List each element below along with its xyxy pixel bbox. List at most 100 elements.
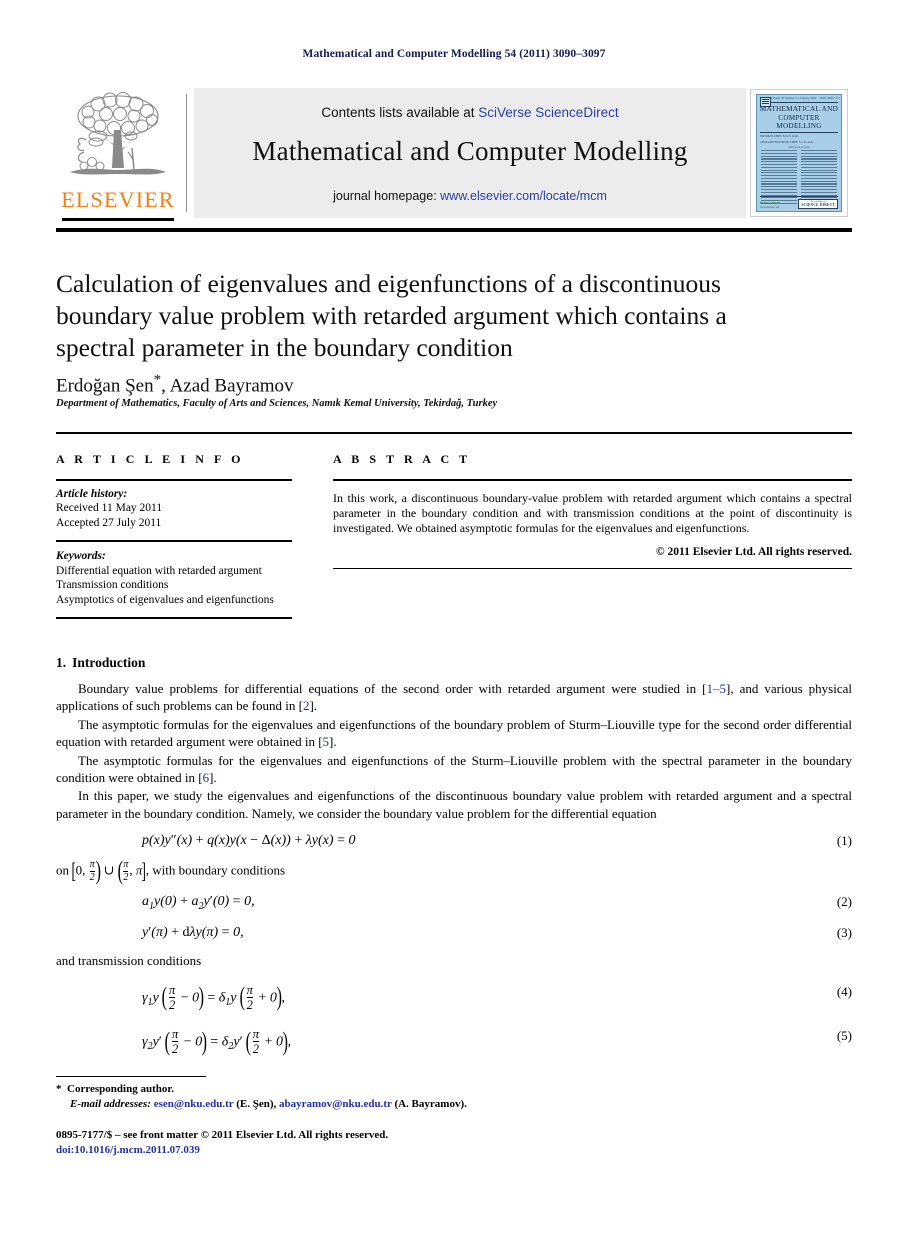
cover-title: MATHEMATICAL AND COMPUTER MODELLING	[759, 105, 839, 130]
equation-5-row: γ2y′ (π 2 − 0) = δ2y′ (π 2 + 0), (5)	[56, 1026, 852, 1057]
equation-2-row: a1y(0) + a2y′(0) = 0, (2)	[56, 894, 852, 914]
introduction-section: 1. Introduction Boundary value problems f…	[56, 655, 852, 1056]
affiliation: Department of Mathematics, Faculty of Ar…	[56, 398, 498, 409]
email-link-2[interactable]: abayramov@nku.edu.tr	[279, 1098, 392, 1110]
info-rule-1	[56, 479, 292, 481]
paren-open-eq5b: (	[245, 1026, 252, 1056]
elsevier-tree-icon	[70, 92, 166, 175]
p1-part-c: ].	[309, 698, 318, 714]
page-title: Calculation of eigenvalues and eigenfunc…	[56, 269, 727, 362]
equation-5-number: (5)	[836, 1027, 852, 1043]
footnote-block: * Corresponding author. E-mail addresses…	[56, 1082, 852, 1112]
info-rule-3	[56, 617, 292, 619]
article-info-heading: A R T I C L E I N F O	[56, 452, 245, 466]
cover-volume: Volume 00 Number 0 1 January 0000	[771, 97, 817, 100]
keyword-item: Differential equation with retarded argu…	[56, 564, 262, 577]
asterisk-marker: *	[56, 1083, 62, 1095]
keywords-label: Keywords:	[56, 549, 106, 562]
cover-board-heading: EDITORIAL BOARD	[788, 146, 810, 150]
email-person-2: (A. Bayramov).	[394, 1098, 467, 1110]
fraction-pi-over-2-eq5: π2	[172, 1026, 179, 1057]
journal-homepage-link[interactable]: www.elsevier.com/locate/mcm	[440, 189, 607, 203]
cover-footer: PERGAMON www.elsevier.com Now available …	[760, 196, 838, 209]
sciencedirect-link[interactable]: SciVerse ScienceDirect	[478, 105, 618, 120]
equation-5: γ2y′ (π 2 − 0) = δ2y′ (π 2 + 0),	[142, 1026, 292, 1057]
logo-rule	[62, 218, 174, 221]
fraction-pi-over-2-eq5b: π2	[252, 1026, 260, 1057]
contents-prefix: Contents lists available at	[321, 105, 479, 120]
p1-part-a: Boundary value problems for differential…	[78, 681, 707, 696]
history-received: Received 11 May 2011	[56, 502, 163, 515]
abstract-text: In this work, a discontinuous boundary-v…	[333, 490, 852, 536]
abstract-rule-bottom	[333, 567, 852, 570]
paragraph-4: In this paper, we study the eigenvalues …	[56, 788, 852, 821]
section-heading-introduction: 1. Introduction	[56, 655, 852, 671]
equation-4-number: (4)	[836, 983, 852, 999]
equation-4-row: γ1y (π 2 − 0) = δ1y (π 2 + 0), (4)	[56, 982, 852, 1012]
email-person-1: (E. Şen),	[236, 1098, 277, 1110]
masthead-divider	[186, 94, 187, 212]
corresponding-author-text: Corresponding author.	[67, 1083, 174, 1095]
cover-art: Volume 00 Number 0 1 January 0000 ISSN 0…	[756, 94, 842, 212]
p3-part-b: ].	[209, 770, 217, 786]
journal-title: Mathematical and Computer Modelling	[252, 136, 688, 166]
corresponding-author-note: * Corresponding author.	[56, 1082, 852, 1097]
equation-3: y′(π) + dλy(π) = 0,	[142, 925, 244, 941]
fraction-pi-over-2-b: π2	[123, 859, 129, 883]
equation-4: γ1y (π 2 − 0) = δ1y (π 2 + 0),	[142, 982, 286, 1012]
cover-access-badge: Now available on SCIENCE DIRECT	[798, 199, 838, 209]
domain-line: on [0, π 2) ∪ (π 2, π], with boundary cond…	[56, 856, 286, 886]
contents-line: Contents lists available at SciVerse Sci…	[194, 88, 746, 120]
footnote-rule	[56, 1076, 206, 1078]
paren-open-eq4: (	[161, 982, 168, 1012]
equation-3-row: y′(π) + dλy(π) = 0, (3)	[56, 925, 852, 945]
title-bottom-rule	[56, 432, 852, 434]
journal-cover-thumbnail[interactable]: Volume 00 Number 0 1 January 0000 ISSN 0…	[750, 89, 848, 217]
paren-close: )	[95, 856, 101, 886]
domain-suffix: , with boundary conditions	[145, 862, 286, 878]
masthead-bottom-rule	[56, 228, 852, 232]
cover-footer-row: PERGAMON www.elsevier.com Now available …	[760, 199, 838, 209]
info-rule-2	[56, 540, 292, 542]
corresponding-author-marker[interactable]: *	[154, 372, 162, 388]
bracket-close: ]	[141, 858, 147, 884]
author-list: Erdoğan Şen*, Azad Bayramov	[56, 372, 294, 397]
homepage-line: journal homepage: www.elsevier.com/locat…	[194, 167, 746, 203]
email-link-1[interactable]: esen@nku.edu.tr	[154, 1098, 234, 1110]
paren-open-2: (	[117, 856, 123, 886]
equation-1-number: (1)	[836, 833, 852, 849]
p2-part-a: The asymptotic formulas for the eigenval…	[56, 716, 852, 750]
abstract-copyright: © 2011 Elsevier Ltd. All rights reserved…	[656, 545, 852, 558]
equation-2-number: (2)	[836, 894, 852, 910]
cover-publisher: PERGAMON www.elsevier.com	[760, 201, 780, 209]
email-note: E-mail addresses: esen@nku.edu.tr (E. Şe…	[56, 1097, 852, 1112]
domain-prefix: on	[56, 862, 69, 878]
bracket-open: [	[71, 858, 77, 884]
keyword-item: Asymptotics of eigenvalues and eigenfunc…	[56, 593, 274, 606]
paragraph-3: The asymptotic formulas for the eigenval…	[56, 752, 852, 787]
fraction-pi-over-2: π2	[89, 859, 95, 883]
cover-publisher-icon	[760, 97, 771, 107]
abstract-column: A B S T R A C T In this work, a disconti…	[333, 452, 852, 570]
cover-publisher-url: www.elsevier.com	[760, 205, 780, 209]
paren-close-eq4b: )	[276, 982, 282, 1012]
cover-editor-line-1: EDITOR-IN-CHIEF: Ervin Y. Rodin	[760, 134, 799, 138]
article-history: Article history: Received 11 May 2011 Ac…	[56, 487, 292, 531]
cover-rule-top	[760, 101, 838, 103]
transmission-label: and transmission conditions	[56, 953, 202, 969]
elsevier-wordmark: ELSEVIER	[61, 187, 175, 212]
cover-rule-mid	[760, 132, 838, 133]
history-label: Article history:	[56, 487, 128, 500]
running-head: Mathematical and Computer Modelling 54 (…	[302, 48, 606, 60]
article-page: Mathematical and Computer Modelling 54 (…	[0, 0, 907, 1238]
colophon-block: 0895-7177/$ – see front matter © 2011 El…	[56, 1128, 852, 1158]
abstract-heading: A B S T R A C T	[333, 452, 471, 466]
paren-close-eq5: )	[201, 1026, 208, 1056]
doi-link[interactable]: doi:10.1016/j.mcm.2011.07.039	[56, 1143, 852, 1158]
citation-1-5[interactable]: 1–5	[707, 681, 727, 696]
email-label: E-mail addresses:	[70, 1098, 151, 1110]
cover-access-big: SCIENCE DIRECT	[801, 203, 835, 207]
fraction-pi-over-2-eq4b: π2	[246, 982, 253, 1012]
paren-close-eq5b: )	[282, 1026, 288, 1056]
section-title: Introduction	[72, 655, 146, 670]
